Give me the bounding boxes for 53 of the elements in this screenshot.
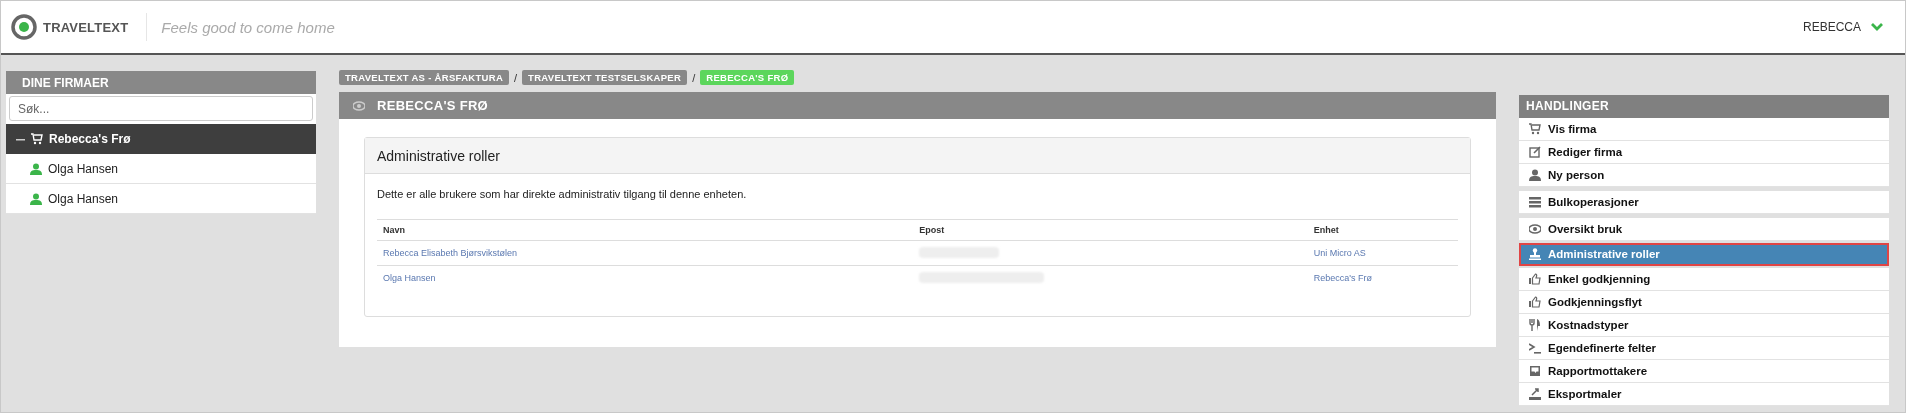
action-item[interactable]: Administrative roller	[1519, 243, 1889, 266]
cutlery-icon	[1529, 319, 1541, 331]
tree-item[interactable]: Rebecca's Frø	[6, 124, 316, 154]
action-item[interactable]: Rapportmottakere	[1519, 360, 1889, 383]
column-header: Epost	[913, 219, 1308, 241]
eye-icon	[1529, 223, 1541, 235]
panel-title: REBECCA'S FRØ	[377, 98, 488, 113]
cart-icon	[31, 133, 43, 145]
tagline: Feels good to come home	[161, 18, 335, 36]
person-icon	[30, 192, 42, 205]
breadcrumb-separator: /	[692, 71, 696, 84]
logo-text: TRAVELTEXT	[43, 19, 129, 35]
export-icon	[1529, 388, 1541, 400]
action-item[interactable]: Ny person	[1519, 164, 1889, 187]
terminal-icon	[1529, 342, 1541, 354]
column-header: Enhet	[1307, 219, 1458, 241]
inbox-icon	[1529, 365, 1541, 377]
sidebar-title: DINE FIRMAER	[6, 71, 316, 94]
action-item[interactable]: Enkel godkjenning	[1519, 268, 1889, 291]
tree-item[interactable]: Olga Hansen	[6, 154, 316, 184]
name-link[interactable]: Rebecca Elisabeth Bjørsvikstølen	[383, 248, 518, 258]
action-item[interactable]: Bulkoperasjoner	[1519, 191, 1889, 214]
tree-item[interactable]: Olga Hansen	[6, 184, 316, 214]
chevron-down-icon[interactable]	[1871, 22, 1883, 32]
person-icon	[30, 162, 42, 175]
breadcrumb[interactable]: TRAVELTEXT AS - ÅRSFAKTURA	[339, 70, 510, 85]
search-field[interactable]: Søk...	[9, 96, 313, 121]
breadcrumb-separator: /	[514, 71, 518, 84]
card-title: Administrative roller	[377, 147, 500, 164]
name-link[interactable]: Olga Hansen	[383, 273, 436, 283]
action-item[interactable]: Oversikt bruk	[1519, 218, 1889, 241]
logo-icon	[11, 14, 37, 40]
cart-icon	[1529, 123, 1541, 135]
breadcrumb[interactable]: TRAVELTEXT TESTSELSKAPER	[522, 70, 688, 85]
action-item[interactable]: Egendefinerte felter	[1519, 337, 1889, 360]
actions-title: HANDLINGER	[1519, 95, 1889, 118]
action-item[interactable]: Vis firma	[1519, 118, 1889, 141]
unit-link[interactable]: Rebecca's Frø	[1313, 273, 1372, 283]
list-icon	[1529, 196, 1541, 208]
action-item[interactable]: Eksportmaler	[1519, 383, 1889, 406]
edit-icon	[1529, 146, 1541, 158]
user-menu[interactable]: REBECCA	[1803, 20, 1861, 34]
action-item[interactable]: Godkjenningsflyt	[1519, 291, 1889, 314]
person-icon	[1529, 169, 1541, 181]
eye-icon	[353, 99, 365, 112]
action-item[interactable]: Kostnadstyper	[1519, 314, 1889, 337]
thumbs-up-icon	[1529, 296, 1541, 308]
stamp-icon	[1529, 248, 1541, 260]
column-header: Navn	[377, 219, 914, 241]
unit-link[interactable]: Uni Micro AS	[1313, 248, 1366, 258]
description: Dette er alle brukere som har direkte administrativ tilgang til denne enheten.	[377, 188, 748, 200]
thumbs-up-icon	[1529, 273, 1541, 285]
action-item[interactable]: Rediger firma	[1519, 141, 1889, 164]
